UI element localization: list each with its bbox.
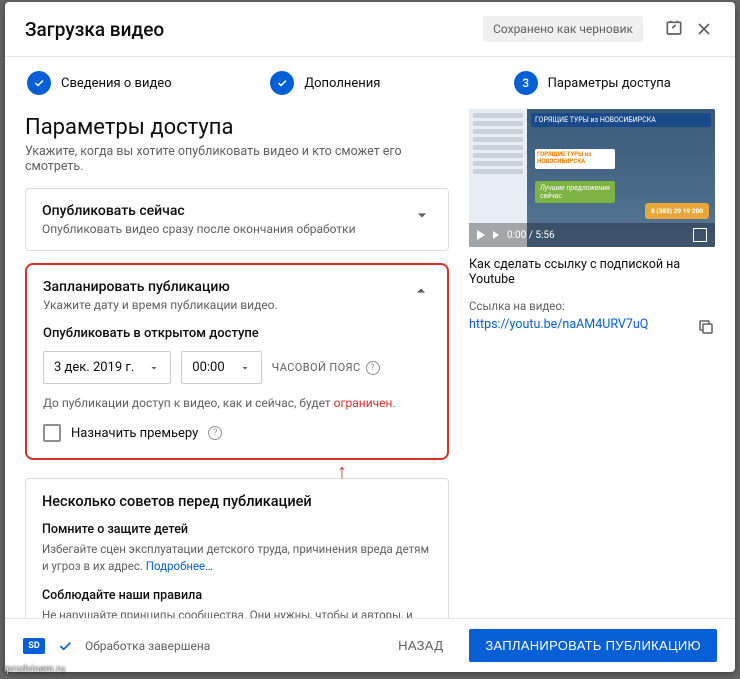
thumb-phone: 8 (383) 29 19 200 [645, 203, 709, 219]
video-time: 0:00 / 5:56 [507, 230, 555, 241]
close-icon[interactable] [693, 18, 715, 40]
red-arrow-icon: ↑ [235, 466, 449, 476]
publish-public-label: Опубликовать в открытом доступе [43, 326, 431, 341]
thumb-card: ГОРЯЩИЕ ТУРЫ из НОВОСИБИРСКА [535, 149, 615, 169]
timezone-link[interactable]: ЧАСОВОЙ ПОЯС? [272, 361, 380, 375]
left-column: Параметры доступа Укажите, когда вы хоти… [25, 109, 449, 608]
schedule-button[interactable]: ЗАПЛАНИРОВАТЬ ПУБЛИКАЦИЮ [469, 629, 717, 662]
date-value: 3 дек. 2019 г. [54, 360, 134, 375]
check-icon [57, 638, 73, 654]
volume-icon[interactable] [493, 231, 499, 239]
help-icon: ? [366, 361, 380, 375]
premiere-checkbox-row[interactable]: Назначить премьеру ? [43, 424, 431, 442]
chevron-up-icon [411, 281, 431, 305]
publish-now-header[interactable]: Опубликовать сейчас Опубликовать видео с… [26, 189, 448, 250]
check-icon [270, 71, 294, 95]
premiere-label: Назначить премьеру [71, 426, 198, 441]
tip-desc: Не нарушайте принципы сообщества. Они ну… [42, 607, 432, 619]
page-sub: Укажите, когда вы хотите опубликовать ви… [25, 144, 449, 174]
check-icon [27, 71, 51, 95]
time-value: 00:00 [192, 360, 224, 375]
back-button[interactable]: НАЗАД [384, 630, 457, 661]
date-select[interactable]: 3 дек. 2019 г. [43, 351, 171, 384]
video-controls: 0:00 / 5:56 [469, 223, 715, 247]
right-column: w ГОРЯЩИЕ ТУРЫ из НОВОСИБИРСКА ГОРЯЩИЕ Т… [469, 109, 715, 608]
stepper: Сведения о видео Дополнения 3 Параметры … [5, 57, 735, 109]
tip-desc: Избегайте сцен эксплуатации детского тру… [42, 541, 432, 576]
schedule-body: Опубликовать в открытом доступе 3 дек. 2… [27, 326, 447, 458]
sd-badge: SD [23, 638, 45, 654]
processing-status: Обработка завершена [85, 639, 372, 653]
step-label: Дополнения [304, 76, 380, 91]
video-title: Как сделать ссылку с подпиской на Youtub… [469, 257, 715, 287]
dialog-header: Загрузка видео Сохранено как черновик [5, 2, 735, 57]
step-details[interactable]: Сведения о видео [5, 71, 248, 95]
publish-now-card: Опубликовать сейчас Опубликовать видео с… [25, 188, 449, 251]
thumb-green-banner: Лучшие предложения сейчас [535, 181, 615, 203]
card-title: Опубликовать сейчас [42, 203, 412, 219]
page-heading: Параметры доступа [25, 115, 449, 140]
dialog-body: Параметры доступа Укажите, когда вы хоти… [5, 109, 735, 618]
step-number: 3 [514, 71, 538, 95]
schedule-header[interactable]: Запланировать публикацию Укажите дату и … [27, 265, 447, 326]
step-label: Сведения о видео [61, 76, 172, 91]
step-extras[interactable]: Дополнения [248, 71, 491, 95]
tips-title: Несколько советов перед публикацией [42, 493, 432, 510]
card-sub: Опубликовать видео сразу после окончания… [42, 222, 412, 236]
chevron-down-icon [412, 205, 432, 229]
fullscreen-icon[interactable] [693, 228, 707, 242]
draft-badge: Сохранено как черновик [483, 16, 643, 42]
tip-title: Помните о защите детей [42, 522, 432, 537]
dialog-title: Загрузка видео [25, 18, 483, 41]
link-label: Ссылка на видео: [469, 299, 715, 313]
timezone-label: ЧАСОВОЙ ПОЯС [272, 361, 361, 374]
time-select[interactable]: 00:00 [181, 351, 261, 384]
schedule-card: Запланировать публикацию Укажите дату и … [25, 263, 449, 460]
card-sub: Укажите дату и время публикации видео. [43, 298, 411, 312]
checkbox-icon[interactable] [43, 424, 61, 442]
help-icon[interactable]: ? [208, 426, 222, 440]
play-icon[interactable] [477, 230, 485, 240]
step-visibility[interactable]: 3 Параметры доступа [492, 71, 735, 95]
learn-more-link[interactable]: Подробнее… [146, 559, 213, 573]
step-label: Параметры доступа [548, 76, 671, 91]
restriction-note: До публикации доступ к видео, как и сейч… [43, 396, 431, 410]
video-thumbnail[interactable]: w ГОРЯЩИЕ ТУРЫ из НОВОСИБИРСКА ГОРЯЩИЕ Т… [469, 109, 715, 247]
tips-card: Несколько советов перед публикацией Помн… [25, 478, 449, 618]
dialog-footer: SD Обработка завершена НАЗАД ЗАПЛАНИРОВА… [5, 618, 735, 672]
card-title: Запланировать публикацию [43, 279, 411, 295]
video-url[interactable]: https://youtu.be/naAM4URV7uQ [469, 317, 715, 332]
tip-title: Соблюдайте наши правила [42, 588, 432, 603]
feedback-icon[interactable] [663, 18, 685, 40]
upload-dialog: Загрузка видео Сохранено как черновик Св… [5, 2, 735, 672]
watermark: iprodvinem.ru [4, 664, 65, 675]
thumb-banner: ГОРЯЩИЕ ТУРЫ из НОВОСИБИРСКА [531, 113, 711, 127]
copy-icon[interactable] [697, 318, 715, 340]
